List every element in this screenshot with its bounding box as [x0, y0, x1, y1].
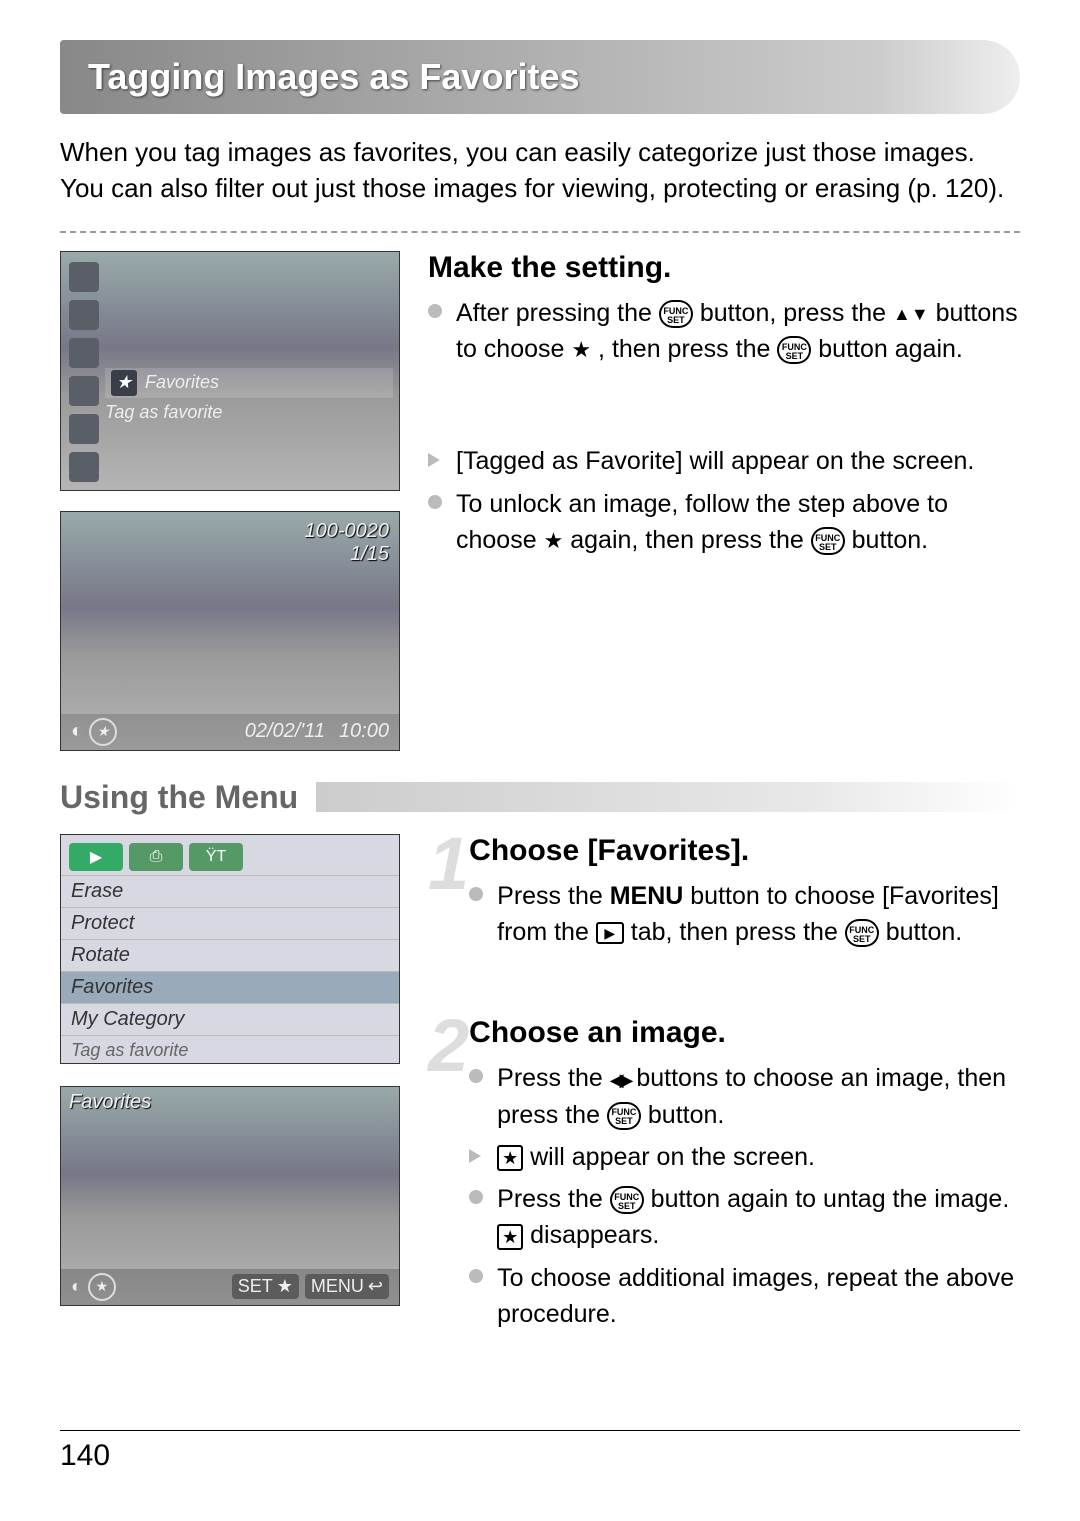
page-number: 140: [60, 1439, 110, 1473]
set-label: SET: [238, 1276, 273, 1297]
using-menu-heading: Using the Menu: [60, 779, 298, 816]
step-heading-choose-image: Choose an image.: [469, 1016, 1020, 1050]
func-set-icon: FUNCSET: [659, 300, 693, 328]
star-box-icon: ★: [497, 1224, 523, 1250]
screenshot-date: 02/02/'11: [245, 720, 325, 743]
sound-icon: ◐: [71, 1276, 82, 1297]
menu-item-my-category: My Category: [61, 1003, 399, 1035]
star-icon: [571, 334, 591, 366]
menu-item-erase: Erase: [61, 875, 399, 907]
menu-label: MENU: [311, 1276, 364, 1297]
page-title: Tagging Images as Favorites: [88, 56, 992, 98]
menu-button-label: MENU: [610, 882, 684, 910]
page-title-bar: Tagging Images as Favorites: [60, 40, 1020, 114]
step-heading-make-setting: Make the setting.: [428, 251, 1020, 285]
play-tab-icon: ▶: [596, 922, 624, 944]
fav-circle-icon: ★: [88, 1273, 116, 1301]
footer-rule: [60, 1430, 1020, 1431]
camera-screenshot-favorites-menu: ★ Favorites Tag as favorite: [60, 251, 400, 491]
step-number-2: 2: [428, 1016, 469, 1075]
step3-bullet2: ★ will appear on the screen.: [469, 1139, 1020, 1175]
camera-screenshot-favorites-grid: Favorites ◐ ★ SET ★ MENU ↩: [60, 1086, 400, 1306]
return-icon: ↩: [368, 1276, 383, 1297]
down-arrow-icon: [911, 301, 929, 327]
star-icon: ★: [277, 1276, 293, 1297]
func-set-icon: FUNCSET: [845, 919, 879, 947]
left-right-arrow-icon: [610, 1067, 630, 1093]
func-set-icon: FUNCSET: [607, 1102, 641, 1130]
step3-bullet4: To choose additional images, repeat the …: [469, 1260, 1020, 1333]
star-icon: [544, 525, 564, 557]
screenshot-tag-label: Tag as favorite: [105, 402, 222, 423]
menu-item-favorites: Favorites: [61, 971, 399, 1003]
section-make-setting: ★ Favorites Tag as favorite 100-0020 1/1…: [60, 251, 1020, 751]
step3-bullet3: Press the FUNCSET button again to untag …: [469, 1181, 1020, 1254]
section-stripe: [316, 782, 1020, 812]
camera-screenshot-menu-list: ▶ ⎙ ŸT Erase Protect Rotate Favorites My…: [60, 834, 400, 1064]
func-set-icon: FUNCSET: [777, 336, 811, 364]
print-tab-icon: ⎙: [129, 843, 183, 871]
screenshot-favorites-label: Favorites: [145, 372, 219, 393]
screenshot4-label: Favorites: [69, 1091, 151, 1113]
screenshot-time: 10:00: [339, 720, 389, 743]
menu-item-rotate: Rotate: [61, 939, 399, 971]
section-choose-favorites: ▶ ⎙ ŸT Erase Protect Rotate Favorites My…: [60, 834, 1020, 1338]
func-set-icon: FUNCSET: [811, 527, 845, 555]
step2-bullet1: Press the MENU button to choose [Favorit…: [469, 878, 1020, 951]
screenshot-image-count: 1/15: [304, 543, 389, 566]
step3-bullet1: Press the buttons to choose an image, th…: [469, 1060, 1020, 1133]
step-heading-choose-favorites: Choose [Favorites].: [469, 834, 1020, 868]
menu-item-protect: Protect: [61, 907, 399, 939]
section-header-using-menu: Using the Menu: [60, 779, 1020, 816]
step1-bullet2: [Tagged as Favorite] will appear on the …: [428, 443, 1020, 479]
fav-circle-icon: ★: [89, 718, 117, 746]
screenshot-favorites-row: ★ Favorites: [105, 368, 393, 398]
step-number-1: 1: [428, 834, 469, 893]
screenshot-image-number: 100-0020: [304, 520, 389, 543]
step1-bullet3: To unlock an image, follow the step abov…: [428, 486, 1020, 559]
camera-screenshot-tagged-image: 100-0020 1/15 ◐ ★ 02/02/'11 10:00: [60, 511, 400, 751]
up-arrow-icon: [893, 301, 911, 327]
menu-hint: Tag as favorite: [61, 1035, 399, 1065]
divider: [60, 231, 1020, 233]
tools-tab-icon: ŸT: [189, 843, 243, 871]
screenshot-side-icons: [69, 262, 99, 482]
star-box-icon: ★: [497, 1145, 523, 1171]
step1-bullet1: After pressing the FUNCSET button, press…: [428, 295, 1020, 368]
play-tab-icon: ▶: [69, 843, 123, 871]
sound-icon: ◐: [71, 720, 83, 743]
star-icon: ★: [111, 370, 137, 396]
func-set-icon: FUNCSET: [610, 1186, 644, 1214]
intro-text: When you tag images as favorites, you ca…: [60, 134, 1020, 207]
